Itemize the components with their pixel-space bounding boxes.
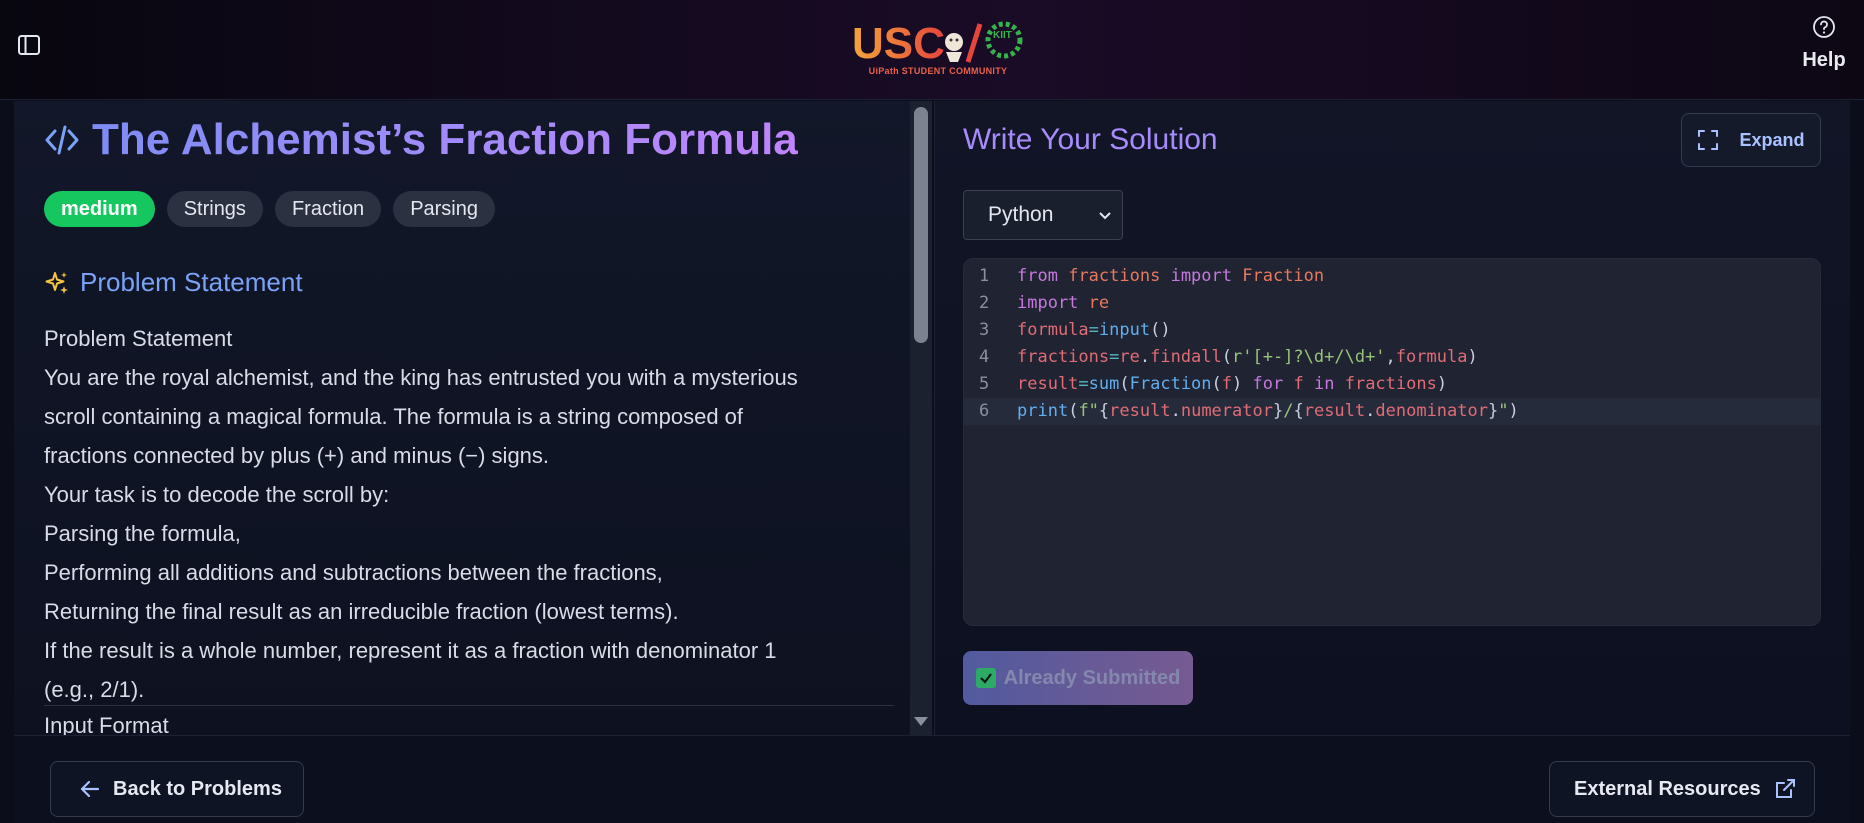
usc-logo[interactable]: USC KIIT UiPath STUDENT COMMUNITY xyxy=(848,16,1038,82)
statement-line: Performing all additions and subtraction… xyxy=(44,560,663,585)
expand-icon xyxy=(1698,130,1719,150)
arrow-left-icon xyxy=(80,780,100,798)
top-header: USC KIIT UiPath STUDENT COMMUNITY Help xyxy=(0,0,1864,100)
line-number: 2 xyxy=(979,293,990,313)
line-number: 1 xyxy=(979,266,990,286)
code-line[interactable]: 2 import re xyxy=(964,290,1820,317)
external-link-icon xyxy=(1775,779,1795,798)
code-text: fractions=re.findall(r'[+-]?\d+/\d+',for… xyxy=(1017,347,1478,367)
external-resources-button[interactable]: External Resources xyxy=(1549,761,1815,817)
problem-title-row: The Alchemist’s Fraction Formula xyxy=(44,115,798,165)
language-select[interactable]: Python xyxy=(963,190,1123,240)
question-circle-icon xyxy=(1813,16,1835,38)
statement-line: Problem Statement xyxy=(44,326,233,351)
code-text: print(f"{result.numerator}/{result.denom… xyxy=(1017,401,1519,421)
problem-statement-heading: Problem Statement xyxy=(44,267,303,298)
external-label: External Resources xyxy=(1574,777,1761,800)
code-icon xyxy=(45,125,79,155)
code-line-active[interactable]: 6 print(f"{result.numerator}/{result.den… xyxy=(964,398,1820,425)
line-number: 4 xyxy=(979,347,990,367)
input-format-heading: Input Format xyxy=(44,713,169,735)
code-line[interactable]: 4 fractions=re.findall(r'[+-]?\d+/\d+',f… xyxy=(964,344,1820,371)
solution-title: Write Your Solution xyxy=(963,123,1218,156)
already-submitted-button[interactable]: Already Submitted xyxy=(963,651,1193,705)
code-editor[interactable]: 1 from fractions import Fraction 2 impor… xyxy=(963,258,1821,626)
svg-text:USC: USC xyxy=(852,19,945,68)
problem-scrollbar[interactable] xyxy=(910,101,932,735)
problem-title: The Alchemist’s Fraction Formula xyxy=(92,115,798,164)
problem-panel: The Alchemist’s Fraction Formula medium … xyxy=(14,101,932,735)
tag-parsing: Parsing xyxy=(393,191,495,227)
statement-line: You are the royal alchemist, and the kin… xyxy=(44,365,798,390)
chevron-down-icon xyxy=(1099,212,1111,220)
problem-statement: Problem Statement You are the royal alch… xyxy=(44,319,894,709)
code-text: import re xyxy=(1017,293,1110,313)
statement-line: Parsing the formula, xyxy=(44,521,241,546)
code-line[interactable]: 1 from fractions import Fraction xyxy=(964,263,1820,290)
line-number: 5 xyxy=(979,374,990,394)
tag-fraction: Fraction xyxy=(274,191,382,227)
solution-panel: Write Your Solution Expand Python 1 from… xyxy=(934,101,1850,735)
code-text: result=sum(Fraction(f) for f in fraction… xyxy=(1017,374,1448,394)
scrollbar-thumb[interactable] xyxy=(914,107,928,343)
kiit-badge: KIIT xyxy=(993,30,1012,41)
statement-line: fractions connected by plus (+) and minu… xyxy=(44,443,550,468)
language-value: Python xyxy=(988,203,1054,226)
statement-line: If the result is a whole number, represe… xyxy=(44,638,777,663)
sidebar-toggle-icon[interactable] xyxy=(16,32,42,58)
statement-line: scroll containing a magical formula. The… xyxy=(44,404,744,429)
footer-bar: Back to Problems External Resources xyxy=(14,735,1850,823)
check-icon xyxy=(975,668,996,688)
help-label: Help xyxy=(1802,49,1846,71)
code-line[interactable]: 5 result=sum(Fraction(f) for f in fracti… xyxy=(964,371,1820,398)
statement-line: Returning the final result as an irreduc… xyxy=(44,599,679,624)
logo-subtitle: UiPath STUDENT COMMUNITY xyxy=(868,66,1008,76)
sparkles-icon xyxy=(45,271,68,294)
submitted-label: Already Submitted xyxy=(1003,666,1181,689)
scroll-down-arrow-icon[interactable] xyxy=(914,717,928,726)
line-number: 3 xyxy=(979,320,990,340)
expand-button[interactable]: Expand xyxy=(1681,113,1821,167)
problem-tags: medium Strings Fraction Parsing xyxy=(44,191,507,227)
back-to-problems-button[interactable]: Back to Problems xyxy=(50,761,304,817)
tag-strings: Strings xyxy=(166,191,263,227)
line-number: 6 xyxy=(979,401,990,421)
help-button[interactable]: Help xyxy=(1796,14,1852,72)
back-label: Back to Problems xyxy=(113,777,282,800)
statement-line: Your task is to decode the scroll by: xyxy=(44,482,390,507)
code-line[interactable]: 3 formula=input() xyxy=(964,317,1820,344)
statement-line: (e.g., 2/1). xyxy=(44,677,145,702)
section-heading: Problem Statement xyxy=(80,267,303,297)
expand-label: Expand xyxy=(1739,129,1805,150)
code-text: formula=input() xyxy=(1017,320,1171,340)
section-divider xyxy=(44,705,894,706)
difficulty-badge: medium xyxy=(44,191,155,227)
code-text: from fractions import Fraction xyxy=(1017,266,1325,286)
